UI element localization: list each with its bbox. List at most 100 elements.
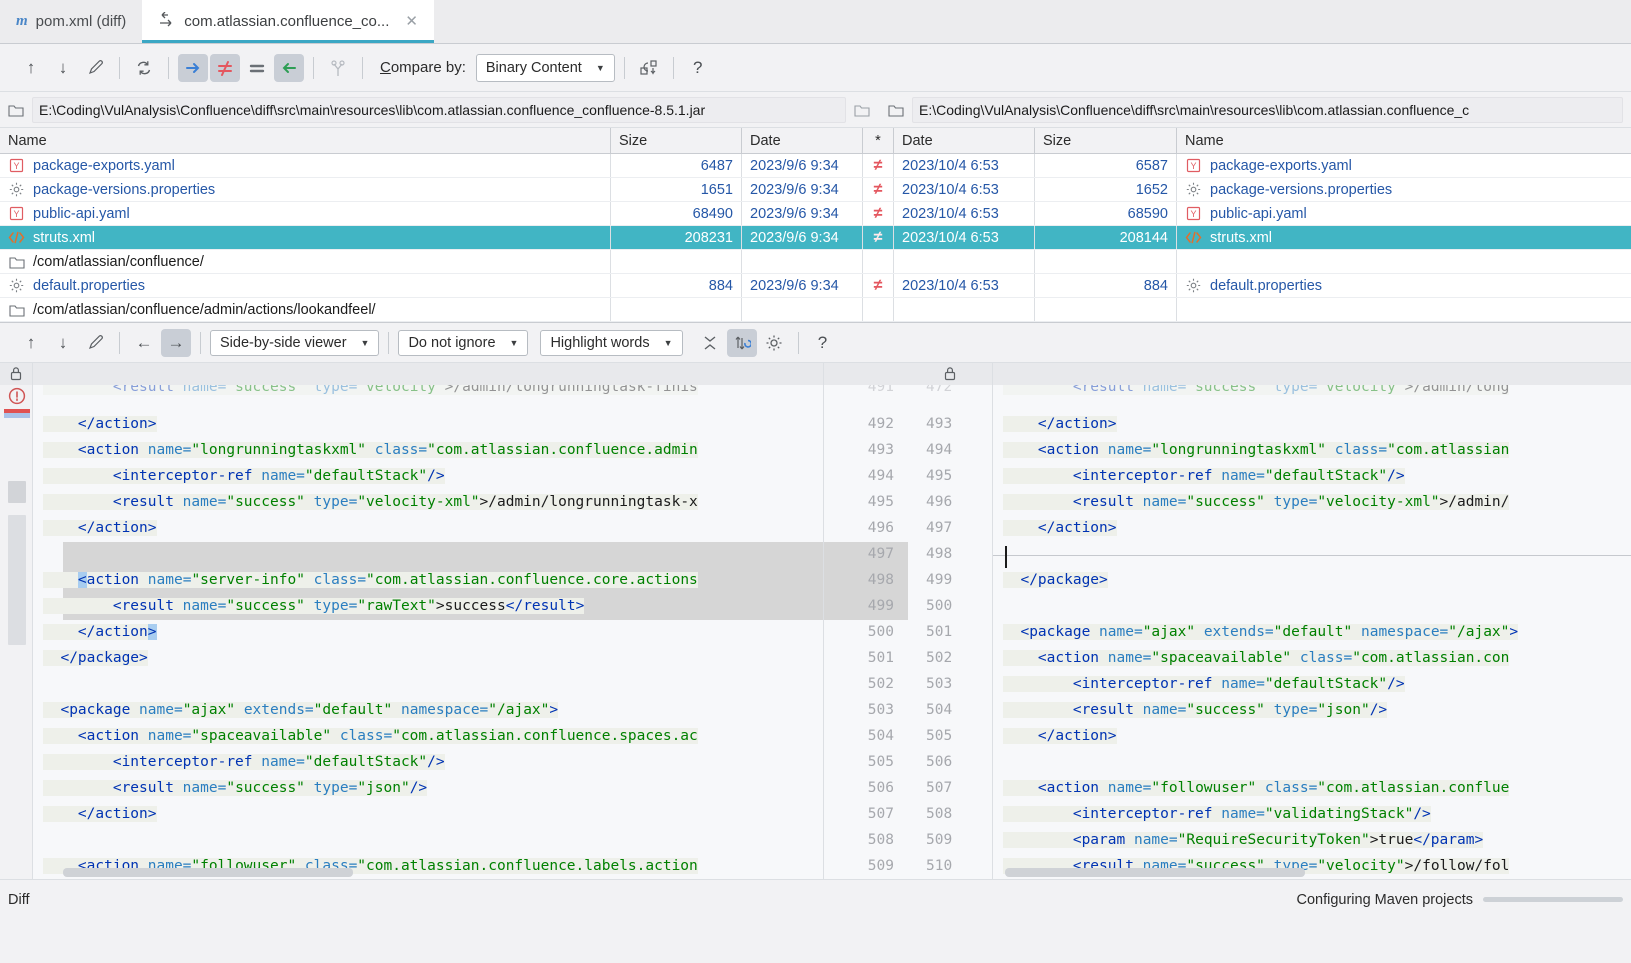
code-line[interactable]: <result name="success" type="json"/> <box>33 775 823 801</box>
table-row[interactable]: struts.xml 208231 2023/9/6 9:34 ≠ 2023/10/4 … <box>0 226 1631 250</box>
toolbar-divider <box>119 331 120 354</box>
code-line[interactable]: <interceptor-ref name="validatingStack"/… <box>993 801 1631 827</box>
code-line[interactable]: </action> <box>33 515 823 541</box>
code-line[interactable]: </package> <box>33 645 823 671</box>
code-line[interactable] <box>33 827 823 853</box>
table-row[interactable]: default.properties 884 2023/9/6 9:34 ≠ 2023/… <box>0 274 1631 298</box>
highlight-mode-dropdown[interactable]: Highlight words ▼ <box>540 329 683 356</box>
edit-source-button[interactable] <box>80 54 110 82</box>
row-name-left: Ypublic-api.yaml <box>0 202 610 225</box>
code-line[interactable]: <interceptor-ref name="defaultStack"/> <box>33 749 823 775</box>
left-code-pane[interactable]: <result name="success" type="velocity">/… <box>33 363 823 879</box>
line-number: 506 <box>867 780 894 796</box>
left-code-content[interactable]: <result name="success" type="velocity">/… <box>33 385 823 879</box>
code-line[interactable]: </action> <box>33 411 823 437</box>
code-line[interactable]: <interceptor-ref name="defaultStack"/> <box>33 463 823 489</box>
code-line[interactable]: </action> <box>993 515 1631 541</box>
show-equal-files-button[interactable] <box>242 54 272 82</box>
left-line-number-gutter: 491 492 493 494 495 496 497 498 499 500 501 502 503 5… <box>823 363 908 879</box>
code-line[interactable]: <action name="followuser" class="com.atl… <box>993 775 1631 801</box>
right-horizontal-scrollbar[interactable] <box>1005 868 1305 877</box>
refresh-button[interactable] <box>129 54 159 82</box>
right-path-field[interactable]: E:\Coding\VulAnalysis\Confluence\diff\sr… <box>912 96 1623 123</box>
group-by-directory-button[interactable] <box>323 54 353 82</box>
table-row[interactable]: /com/atlassian/confluence/ <box>0 250 1631 274</box>
code-line[interactable]: </action> <box>993 411 1631 437</box>
code-line[interactable]: <action name="spaceavailable" class="com… <box>33 723 823 749</box>
line-number: 498 <box>867 572 894 588</box>
code-line[interactable]: <result name="success" type="rawText">su… <box>33 593 823 619</box>
column-header-size-left[interactable]: Size <box>611 128 741 153</box>
tab-pom-xml-diff[interactable]: m pom.xml (diff) <box>0 0 142 43</box>
error-stripe-scrollbar-track[interactable] <box>8 515 26 645</box>
table-row[interactable]: Ypublic-api.yaml 68490 2023/9/6 9:34 ≠ 2023/… <box>0 202 1631 226</box>
code-line[interactable]: <result name="success" type="velocity-xm… <box>33 489 823 515</box>
code-line[interactable] <box>993 593 1631 619</box>
show-deleted-files-button[interactable] <box>274 53 304 82</box>
line-number: 494 <box>867 468 894 484</box>
left-horizontal-scrollbar[interactable] <box>63 868 353 877</box>
right-code-content[interactable]: <result name="success" type="velocity">/… <box>993 385 1631 879</box>
settings-gear-button[interactable] <box>759 329 789 357</box>
diff-help-button[interactable]: ? <box>808 329 838 357</box>
diff-previous-button[interactable]: ↑ <box>16 329 46 357</box>
table-row[interactable]: Ypackage-exports.yaml 6487 2023/9/6 9:34 ≠ 2… <box>0 154 1631 178</box>
code-line[interactable]: <action name="spaceavailable" class="com… <box>993 645 1631 671</box>
error-stripe-scrollbar-thumb[interactable] <box>8 481 26 503</box>
table-row[interactable]: package-versions.properties 1651 2023/9/6 … <box>0 178 1631 202</box>
code-line[interactable]: <param name="RequireSecurityToken">true<… <box>993 827 1631 853</box>
column-header-date-right[interactable]: Date <box>894 128 1034 153</box>
left-browse-icon[interactable] <box>854 103 872 117</box>
code-line[interactable]: <package name="ajax" extends="default" n… <box>993 619 1631 645</box>
code-line[interactable] <box>993 541 1631 567</box>
code-line[interactable] <box>33 541 823 567</box>
toolbar-divider <box>797 331 799 354</box>
code-line[interactable] <box>33 671 823 697</box>
column-header-date-left[interactable]: Date <box>742 128 862 153</box>
apply-to-left-button[interactable]: ← <box>129 329 159 357</box>
previous-difference-button[interactable]: ↑ <box>16 54 46 82</box>
compare-by-dropdown[interactable]: Binary Content ▼ <box>475 53 615 82</box>
line-number: 496 <box>926 494 953 510</box>
code-line[interactable]: <interceptor-ref name="defaultStack"/> <box>993 671 1631 697</box>
left-path-field[interactable]: E:\Coding\VulAnalysis\Confluence\diff\sr… <box>32 96 846 123</box>
code-line[interactable]: <result name="success" type="velocity-xm… <box>993 489 1631 515</box>
code-line[interactable]: </action> <box>993 723 1631 749</box>
line-number: 503 <box>926 676 953 692</box>
next-difference-button[interactable]: ↓ <box>48 54 78 82</box>
change-stripe-marker[interactable] <box>4 413 30 418</box>
column-header-name-left[interactable]: Name <box>0 128 610 153</box>
table-row[interactable]: /com/atlassian/confluence/admin/actions/… <box>0 298 1631 322</box>
file-name-right: public-api.yaml <box>1210 205 1307 222</box>
column-header-star[interactable]: * <box>863 128 893 153</box>
code-line[interactable]: <result name="success" type="velocity">/… <box>993 385 1631 400</box>
synchronize-scroll-button[interactable] <box>726 328 757 357</box>
code-line[interactable]: </action> <box>33 801 823 827</box>
tab-com-atlassian-confluence[interactable]: com.atlassian.confluence_co... ✕ <box>142 0 434 43</box>
error-circle-icon[interactable] <box>8 387 26 409</box>
code-line[interactable]: <interceptor-ref name="defaultStack"/> <box>993 463 1631 489</box>
code-line[interactable]: <action name="server-info" class="com.at… <box>33 567 823 593</box>
code-line[interactable] <box>993 749 1631 775</box>
column-header-size-right[interactable]: Size <box>1035 128 1176 153</box>
diff-edit-button[interactable] <box>80 329 110 357</box>
swap-sides-button[interactable] <box>634 54 664 82</box>
viewer-mode-dropdown[interactable]: Side-by-side viewer ▼ <box>210 329 380 356</box>
code-line[interactable]: <result name="success" type="json"/> <box>993 697 1631 723</box>
code-line[interactable]: </action> <box>33 619 823 645</box>
show-new-files-button[interactable] <box>178 53 208 82</box>
apply-to-right-button[interactable]: → <box>161 328 191 357</box>
collapse-unchanged-button[interactable] <box>695 329 725 357</box>
diff-next-button[interactable]: ↓ <box>48 329 78 357</box>
close-icon[interactable]: ✕ <box>405 12 418 30</box>
code-line[interactable]: <result name="success" type="velocity">/… <box>33 385 823 400</box>
column-header-name-right[interactable]: Name <box>1177 128 1631 153</box>
code-line[interactable]: <action name="longrunningtaskxml" class=… <box>33 437 823 463</box>
show-different-files-button[interactable] <box>210 53 240 82</box>
code-line[interactable]: </package> <box>993 567 1631 593</box>
ignore-policy-dropdown[interactable]: Do not ignore ▼ <box>398 329 529 356</box>
code-line[interactable]: <action name="longrunningtaskxml" class=… <box>993 437 1631 463</box>
help-button[interactable]: ? <box>683 54 713 82</box>
code-line[interactable]: <package name="ajax" extends="default" n… <box>33 697 823 723</box>
right-code-pane[interactable]: <result name="success" type="velocity">/… <box>993 363 1631 879</box>
